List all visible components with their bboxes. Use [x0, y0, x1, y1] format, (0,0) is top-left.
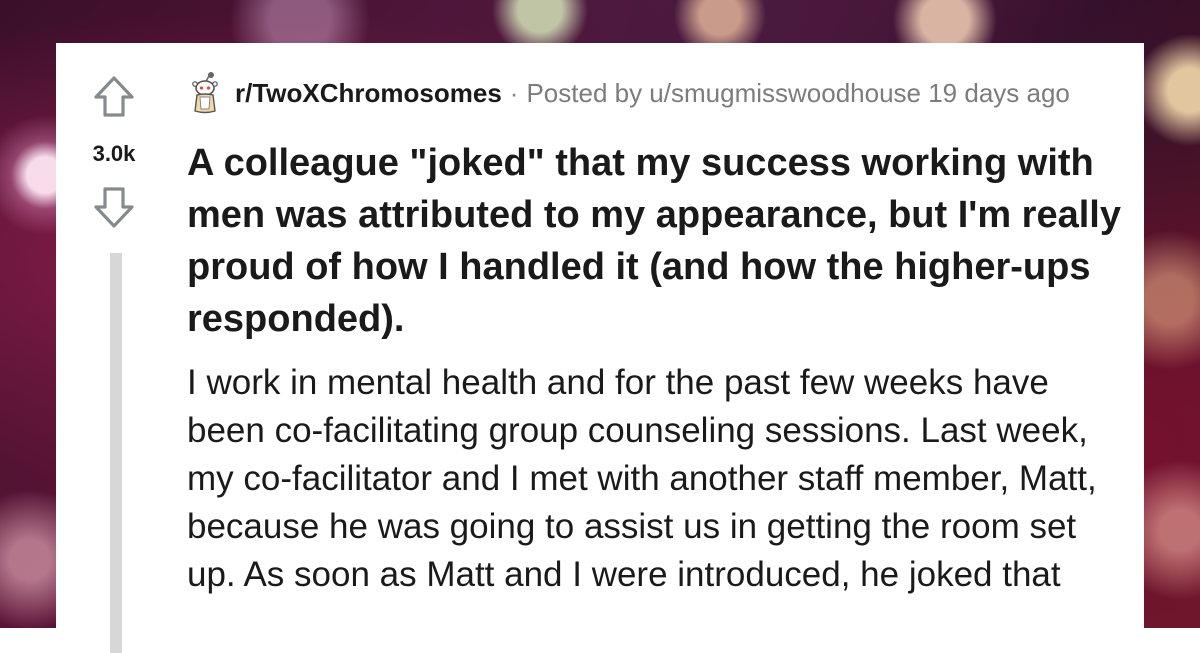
post-title[interactable]: A colleague "joked" that my success work… — [187, 137, 1127, 345]
vote-column: 3.0k — [56, 43, 176, 653]
post-meta: r/TwoXChromosomes · Posted by u/smugmiss… — [187, 69, 1070, 117]
thread-collapse-line[interactable] — [110, 253, 122, 653]
vote-score: 3.0k — [92, 141, 136, 166]
upvote-arrow-icon[interactable] — [92, 75, 136, 119]
subreddit-link[interactable]: r/TwoXChromosomes — [235, 78, 502, 109]
posted-by-text: Posted by u/smugmisswoodhouse 19 days ag… — [526, 77, 1070, 108]
post-body: I work in mental health and for the past… — [187, 363, 1097, 594]
meta-separator: · — [509, 77, 519, 108]
downvote-arrow-icon[interactable] — [92, 185, 136, 229]
reddit-post-card: 3.0k r/TwoXChromosomes · Posted by u/smu… — [56, 43, 1144, 653]
snoo-avatar-icon[interactable] — [187, 71, 223, 115]
